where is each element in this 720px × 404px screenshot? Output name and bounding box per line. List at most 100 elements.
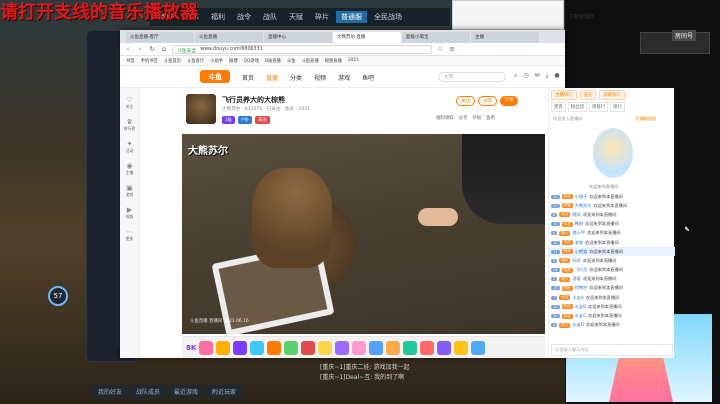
chat-username[interactable]: 阿呆	[572, 258, 580, 264]
site-rail-item[interactable]: ♡ 关注	[120, 97, 139, 110]
bookmark-item[interactable]: 手机书签	[141, 58, 158, 64]
site-rail-item[interactable]: ✦ 活动	[120, 141, 139, 154]
history-icon[interactable]: ◷	[523, 72, 528, 80]
chat-username[interactable]: 水友C	[575, 313, 586, 319]
search-icon[interactable]: ⌕	[514, 72, 517, 80]
tab-vip[interactable]: 贵宾	[551, 102, 566, 112]
chat-chip[interactable]: 主播排行	[551, 90, 577, 100]
tab-rank[interactable]: 排行	[610, 102, 625, 112]
gift-icon[interactable]	[301, 340, 316, 355]
subscribe-button[interactable]: 订阅	[500, 96, 518, 106]
gift-icon[interactable]	[233, 340, 248, 355]
gift-icon[interactable]	[335, 340, 350, 355]
chat-username[interactable]: 小熊猫	[575, 249, 588, 255]
chat-username[interactable]: 棕熊控	[575, 285, 588, 291]
bookmark-item[interactable]: 斗鱼首页	[164, 58, 181, 64]
home-icon[interactable]: ⌂	[160, 45, 168, 53]
chat-username[interactable]: 小桃子	[575, 194, 588, 200]
douyu-logo[interactable]: 斗鱼	[200, 70, 230, 83]
room-action-link[interactable]: 分享	[459, 115, 468, 121]
bookmark-item[interactable]: 书签	[126, 58, 135, 64]
message-icon[interactable]: ✉	[535, 72, 540, 80]
chat-username[interactable]: 老铁	[575, 240, 583, 246]
site-rail-item[interactable]: ◉ 主播	[120, 163, 139, 176]
url-input[interactable]: 斗鱼安全 www.douyu.com/6806331	[172, 44, 432, 54]
fans-club-link[interactable]: 开通粉丝团	[635, 116, 656, 122]
gift-icon[interactable]	[267, 340, 282, 355]
chat-chip[interactable]: 送礼	[579, 90, 597, 100]
room-action-link[interactable]: 举报	[472, 115, 481, 121]
site-rail-item[interactable]: ▣ 游戏	[120, 185, 139, 198]
gift-icon[interactable]	[318, 340, 333, 355]
chat-username[interactable]: 水友B	[575, 304, 586, 310]
gift-icon[interactable]	[199, 340, 214, 355]
site-nav-item[interactable]: 分类	[290, 73, 302, 82]
gift-icon[interactable]	[420, 340, 435, 355]
bookmark-item[interactable]: QQ游戏	[244, 58, 259, 64]
bookmark-item[interactable]: 视频直播	[325, 58, 342, 64]
bookmark-item[interactable]: 斗鱼客厅	[187, 58, 204, 64]
chat-username[interactable]: 水友A	[572, 295, 583, 301]
site-rail-item[interactable]: ⋯ 更多	[120, 229, 139, 242]
chat-username[interactable]: 熊粉	[575, 221, 583, 227]
bookmark-item[interactable]: 微博	[229, 58, 238, 64]
site-search-input[interactable]: 大熊	[438, 72, 506, 82]
gift-icon[interactable]	[386, 340, 401, 355]
site-rail-item[interactable]: ♛ 排行榜	[120, 119, 139, 132]
refresh-icon[interactable]: ↻	[148, 45, 156, 53]
user-level-badge: 5	[551, 277, 558, 282]
follow-button[interactable]: 关注	[456, 96, 476, 106]
chat-username[interactable]: 路人甲	[572, 230, 585, 236]
gift-icon[interactable]	[437, 340, 452, 355]
overlay-banner: 请打开支线的音乐播放器	[0, 2, 198, 23]
site-nav-item[interactable]: 游戏	[338, 73, 350, 82]
gift-level-badge[interactable]: 8K	[186, 344, 196, 352]
download-icon[interactable]: ⤓	[546, 72, 549, 80]
chat-username[interactable]: 飞行员	[575, 267, 588, 273]
room-action-link[interactable]: 福利领取	[436, 115, 454, 121]
gift-icon[interactable]	[352, 340, 367, 355]
chat-username[interactable]: 水友D	[572, 322, 584, 328]
site-nav-item[interactable]: 鱼吧	[362, 73, 374, 82]
chat-input[interactable]: 这里输入聊天内容	[551, 344, 673, 356]
download-manager-popup[interactable]: 下载管理器	[452, 0, 594, 30]
chat-username[interactable]: 大熊苏尔	[575, 203, 592, 209]
forward-icon[interactable]: ›	[136, 45, 144, 53]
menu-icon[interactable]: ≡	[448, 45, 456, 53]
bookmark-item[interactable]: 斗鱼	[287, 58, 296, 64]
tab-fans[interactable]: 粉丝团	[567, 102, 587, 112]
chat-username[interactable]: 游客	[572, 276, 580, 282]
bookmark-item[interactable]: B站直播	[265, 58, 281, 64]
back-icon[interactable]: ‹	[124, 45, 132, 53]
site-nav-item[interactable]: 首页	[242, 73, 254, 82]
browser-tab[interactable]: 斗鱼直播-客厅	[126, 32, 194, 43]
gift-icon[interactable]	[471, 340, 486, 355]
gift-icon[interactable]	[216, 340, 231, 355]
browser-tab[interactable]: 大熊苏尔·直播	[333, 32, 401, 43]
streamer-avatar[interactable]	[186, 94, 216, 124]
bookmark-item[interactable]: 小助手	[210, 58, 223, 64]
browser-tab[interactable]: 斗鱼直播	[195, 32, 263, 43]
room-action-link[interactable]: 鱼吧	[486, 115, 495, 121]
browser-tab-bar: 斗鱼直播-客厅 斗鱼直播 直播中心 大熊苏尔·直播 超级小萌宝 主播	[120, 30, 565, 43]
tab-weekly[interactable]: 周排行	[588, 102, 609, 112]
browser-tab[interactable]: 主播	[471, 32, 539, 43]
gift-icon[interactable]	[369, 340, 384, 355]
gift-icon[interactable]	[403, 340, 418, 355]
share-button[interactable]: 分享	[478, 96, 498, 106]
browser-tab[interactable]: 超级小萌宝	[402, 32, 470, 43]
gift-icon[interactable]	[284, 340, 299, 355]
star-icon[interactable]: ☆	[436, 45, 444, 53]
bookmark-item[interactable]: 斗鱼直播	[301, 58, 318, 64]
browser-tab[interactable]: 直播中心	[264, 32, 332, 43]
gift-icon[interactable]	[454, 340, 469, 355]
gift-icon[interactable]	[250, 340, 265, 355]
avatar[interactable]: ●	[554, 72, 559, 80]
bookmark-item[interactable]: 2021	[348, 58, 359, 63]
site-rail-item[interactable]: ▶ 视频	[120, 207, 139, 220]
site-nav-item[interactable]: 视频	[314, 73, 326, 82]
chat-username[interactable]: 晚风	[572, 212, 580, 218]
video-player[interactable]: 大熊苏尔 斗鱼直播 直播间 2021.06.16	[182, 134, 545, 334]
site-nav-item[interactable]: 直播	[266, 73, 278, 82]
chat-chip[interactable]: 贡献排行	[599, 90, 625, 100]
